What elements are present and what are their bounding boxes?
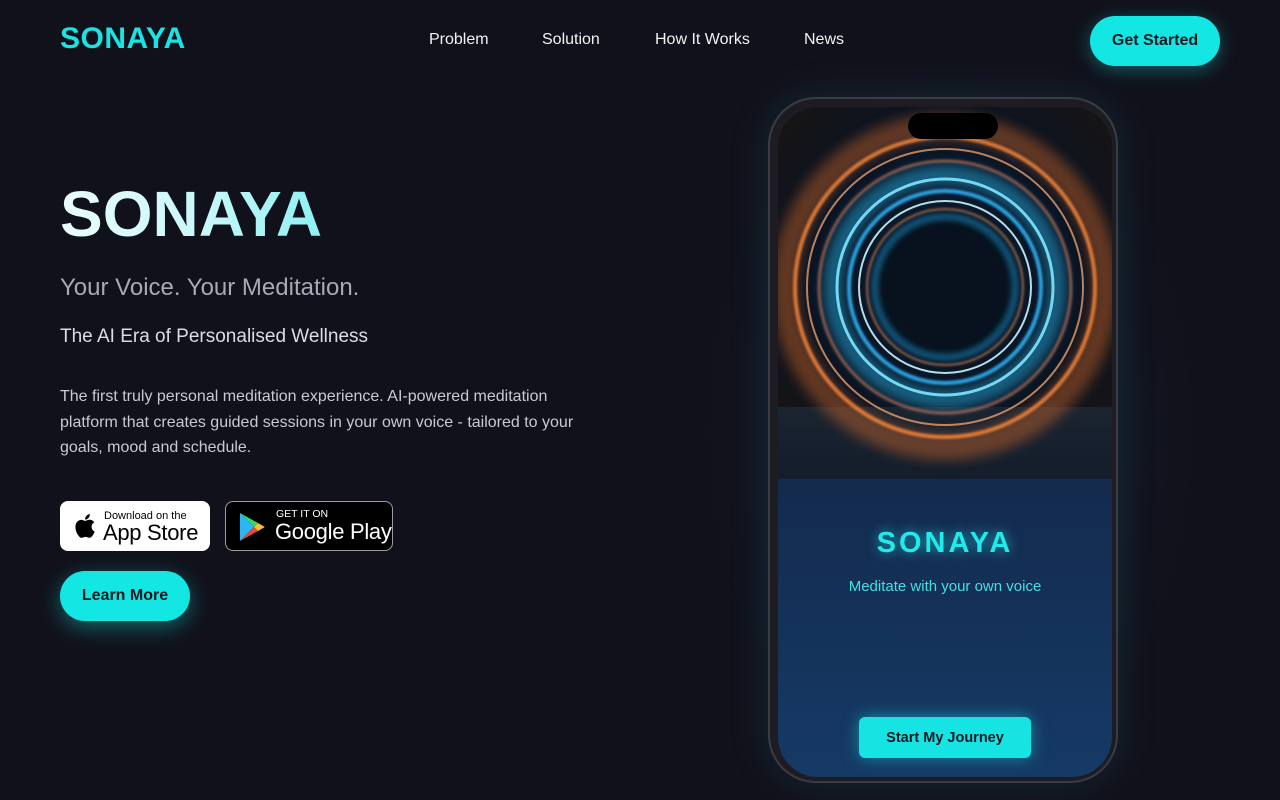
nav-link-news[interactable]: News	[804, 31, 844, 49]
phone-notch	[908, 113, 998, 139]
nav-link-solution[interactable]: Solution	[542, 31, 600, 49]
phone-screen: SONAYA Meditate with your own voice Star…	[778, 107, 1112, 777]
app-store-big-text: App Store	[103, 520, 199, 545]
apple-icon	[75, 514, 95, 538]
start-journey-button[interactable]: Start My Journey	[859, 717, 1031, 758]
nav-link-how-it-works[interactable]: How It Works	[655, 31, 750, 49]
brand-logo[interactable]: SONAYA	[60, 22, 186, 56]
hero-subtitle: The AI Era of Personalised Wellness	[60, 326, 369, 347]
app-name: SONAYA	[876, 527, 1014, 559]
google-play-icon	[240, 513, 265, 541]
phone-mockup: SONAYA Meditate with your own voice Star…	[768, 97, 1118, 783]
glowing-ring-artwork	[778, 107, 1112, 479]
google-play-badge[interactable]: GET IT ON Google Play	[225, 501, 393, 551]
app-tagline: Meditate with your own voice	[848, 578, 1042, 595]
google-play-big-text: Google Play	[275, 519, 392, 544]
nav-link-problem[interactable]: Problem	[429, 31, 489, 49]
get-started-button[interactable]: Get Started	[1090, 16, 1220, 66]
hero-tagline: Your Voice. Your Meditation.	[60, 274, 360, 301]
hero-title: SONAYA	[60, 178, 323, 250]
learn-more-button[interactable]: Learn More	[60, 571, 190, 621]
hero-description: The first truly personal meditation expe…	[60, 388, 574, 456]
app-store-badge[interactable]: Download on the App Store	[60, 501, 210, 551]
